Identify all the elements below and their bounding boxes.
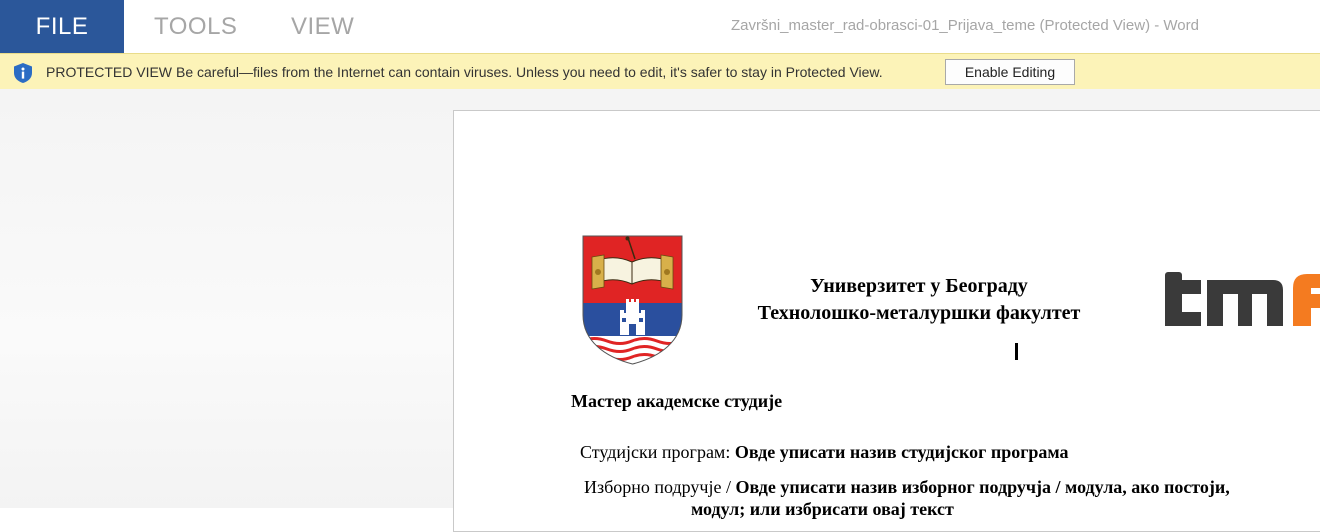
tab-view[interactable]: VIEW xyxy=(291,0,354,53)
protected-view-message: Be careful—files from the Internet can c… xyxy=(176,64,883,80)
tab-tools[interactable]: TOOLS xyxy=(154,0,237,53)
study-program-line: Студијски програм: Овде уписати назив ст… xyxy=(580,442,1069,463)
protected-view-label: PROTECTED VIEW xyxy=(46,64,173,80)
document-workspace: Универзитет у Београду Технолошко-металу… xyxy=(0,89,1320,532)
window-title: Završni_master_rad-obrasci-01_Prijava_te… xyxy=(731,17,1199,34)
protected-view-bar: PROTECTED VIEW Be careful—files from the… xyxy=(0,53,1320,90)
text-cursor xyxy=(1015,343,1018,360)
tmf-logo xyxy=(1165,272,1320,326)
elective-area-line-continued: модул; или избрисати овај текст xyxy=(691,499,954,519)
program-value: Овде уписати назив студијског програма xyxy=(734,442,1069,462)
elective-area-line: Изборно подручје / Овде уписати назив из… xyxy=(584,477,1230,498)
program-label: Студијски програм: xyxy=(580,442,735,462)
shield-info-icon xyxy=(14,63,32,83)
faculty-name: Технолошко-металуршки факултет xyxy=(757,302,1081,324)
university-name: Универзитет у Београду xyxy=(810,275,1028,297)
document-page[interactable]: Универзитет у Београду Технолошко-металу… xyxy=(453,110,1320,532)
study-type: Мастер академске студије xyxy=(571,391,783,411)
title-bar: FILE TOOLS VIEW Završni_master_rad-obras… xyxy=(0,0,1320,53)
area-value: Овде уписати назив изборног подручја / м… xyxy=(735,477,1230,497)
enable-editing-button[interactable]: Enable Editing xyxy=(945,59,1075,85)
area-label: Изборно подручје / xyxy=(584,477,736,497)
tab-file[interactable]: FILE xyxy=(0,0,124,53)
university-crest-logo xyxy=(582,235,683,365)
university-heading: Универзитет у Београду Технолошко-металу… xyxy=(714,273,1124,327)
